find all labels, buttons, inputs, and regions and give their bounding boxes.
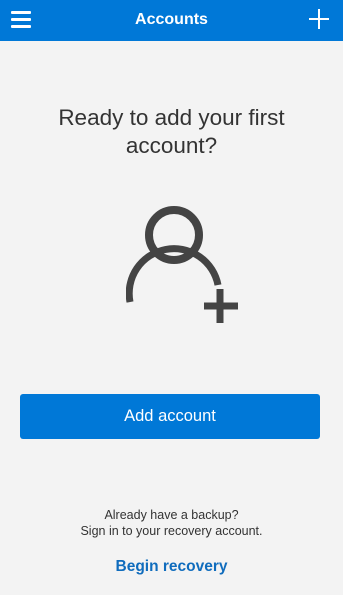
- top-app-bar: Accounts: [0, 0, 343, 41]
- backup-line-1: Already have a backup?: [104, 508, 239, 522]
- empty-state-heading: Ready to add your first account?: [58, 105, 285, 158]
- add-account-button[interactable]: Add account: [20, 394, 320, 439]
- add-button[interactable]: [307, 7, 331, 31]
- begin-recovery-link[interactable]: Begin recovery: [0, 558, 343, 576]
- backup-line-2: Sign in to your recovery account.: [80, 524, 263, 538]
- backup-description: Already have a backup? Sign in to your r…: [0, 507, 343, 539]
- add-person-icon: [126, 206, 238, 323]
- app-screen: Accounts Ready to add your first account…: [0, 0, 343, 595]
- page-title: Accounts: [135, 11, 208, 28]
